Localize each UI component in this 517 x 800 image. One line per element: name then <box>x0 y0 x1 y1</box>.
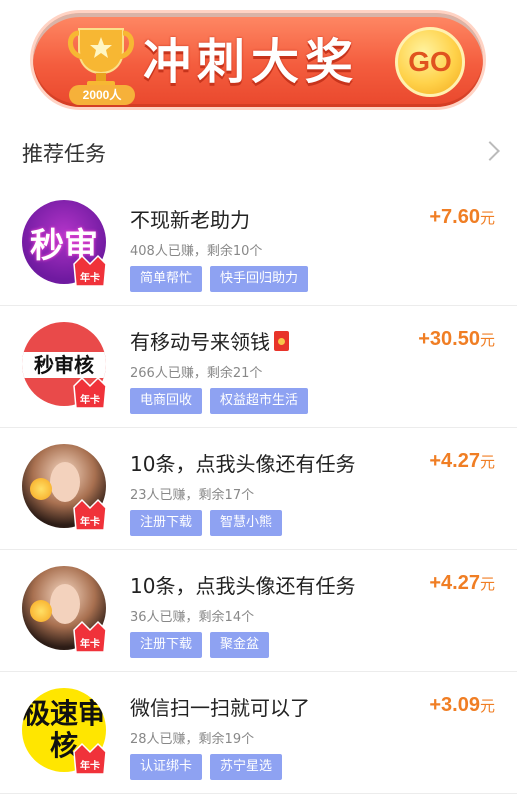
task-meta: 28人已赚，剩余19个 <box>130 732 255 747</box>
task-title: 有移动号来领钱 <box>130 326 289 355</box>
trophy-label: 2000人 <box>69 85 135 105</box>
task-reward: +30.50元 <box>418 328 495 351</box>
task-tags: 简单帮忙 快手回归助力 <box>130 266 309 292</box>
task-tag: 权益超市生活 <box>210 388 309 414</box>
task-reward: +4.27元 <box>429 450 495 473</box>
year-card-badge-icon: 年卡 <box>73 254 107 287</box>
task-tag: 聚金盆 <box>210 632 270 658</box>
badge-label: 年卡 <box>80 759 100 772</box>
task-item[interactable]: 年卡 10条，点我头像还有任务 36人已赚，剩余14个 注册下载 聚金盆 +4.… <box>0 550 517 672</box>
task-reward: +3.09元 <box>429 694 495 717</box>
year-card-badge-icon: 年卡 <box>73 620 107 653</box>
task-title: 微信扫一扫就可以了 <box>130 696 310 720</box>
task-title: 不现新老助力 <box>130 208 250 232</box>
year-card-badge-icon: 年卡 <box>73 742 107 775</box>
task-tag: 注册下载 <box>130 632 203 658</box>
task-meta: 36人已赚，剩余14个 <box>130 610 255 625</box>
go-button[interactable]: GO <box>395 27 465 97</box>
reward-amount: +30.50 <box>418 328 480 350</box>
badge-label: 年卡 <box>80 393 100 406</box>
red-packet-icon <box>274 331 289 351</box>
task-meta: 408人已赚，剩余10个 <box>130 244 263 259</box>
section-title: 推荐任务 <box>22 142 106 166</box>
avatar-label: 秒审核 <box>34 353 94 377</box>
task-tag: 快手回归助力 <box>210 266 309 292</box>
task-tag: 苏宁星选 <box>210 754 283 780</box>
banner-title: 冲刺大奖 <box>143 34 360 90</box>
task-title: 10条，点我头像还有任务 <box>130 574 356 598</box>
task-tag: 注册下载 <box>130 510 203 536</box>
reward-amount: +3.09 <box>429 694 480 716</box>
avatar-face <box>50 584 80 624</box>
task-list: 秒审 年卡 不现新老助力 408人已赚，剩余10个 简单帮忙 快手回归助力 +7… <box>0 184 517 794</box>
task-meta: 266人已赚，剩余21个 <box>130 366 263 381</box>
reward-unit: 元 <box>479 332 495 349</box>
reward-amount: +4.27 <box>429 572 480 594</box>
task-tag: 智慧小熊 <box>210 510 283 536</box>
task-title-text: 有移动号来领钱 <box>130 330 270 354</box>
task-item[interactable]: 年卡 10条，点我头像还有任务 23人已赚，剩余17个 注册下载 智慧小熊 +4… <box>0 428 517 550</box>
task-tags: 认证绑卡 苏宁星选 <box>130 754 283 780</box>
reward-unit: 元 <box>479 698 495 715</box>
year-card-badge-icon: 年卡 <box>73 376 107 409</box>
year-card-badge-icon: 年卡 <box>73 498 107 531</box>
reward-unit: 元 <box>479 454 495 471</box>
reward-amount: +7.60 <box>429 206 480 228</box>
task-tags: 电商回收 权益超市生活 <box>130 388 309 414</box>
task-item[interactable]: 秒审 年卡 不现新老助力 408人已赚，剩余10个 简单帮忙 快手回归助力 +7… <box>0 184 517 306</box>
task-tag: 电商回收 <box>130 388 203 414</box>
task-tags: 注册下载 智慧小熊 <box>130 510 283 536</box>
task-tags: 注册下载 聚金盆 <box>130 632 270 658</box>
flower-icon <box>30 478 52 500</box>
badge-label: 年卡 <box>80 271 100 284</box>
task-tag: 认证绑卡 <box>130 754 203 780</box>
badge-label: 年卡 <box>80 515 100 528</box>
task-item[interactable]: 秒审核 年卡 有移动号来领钱 266人已赚，剩余21个 电商回收 权益超市生活 … <box>0 306 517 428</box>
reward-amount: +4.27 <box>429 450 480 472</box>
sprint-prize-banner[interactable]: 2000人 冲刺大奖 GO <box>30 10 486 110</box>
badge-label: 年卡 <box>80 637 100 650</box>
task-tag: 简单帮忙 <box>130 266 203 292</box>
reward-unit: 元 <box>479 210 495 227</box>
flower-icon <box>30 600 52 622</box>
task-item[interactable]: 极速审核 年卡 微信扫一扫就可以了 28人已赚，剩余19个 认证绑卡 苏宁星选 … <box>0 672 517 794</box>
chevron-right-icon <box>480 141 500 161</box>
reward-unit: 元 <box>479 576 495 593</box>
task-reward: +4.27元 <box>429 572 495 595</box>
task-reward: +7.60元 <box>429 206 495 229</box>
recommended-tasks-header[interactable]: 推荐任务 <box>0 130 517 174</box>
task-title: 10条，点我头像还有任务 <box>130 452 356 476</box>
avatar-face <box>50 462 80 502</box>
task-meta: 23人已赚，剩余17个 <box>130 488 255 503</box>
